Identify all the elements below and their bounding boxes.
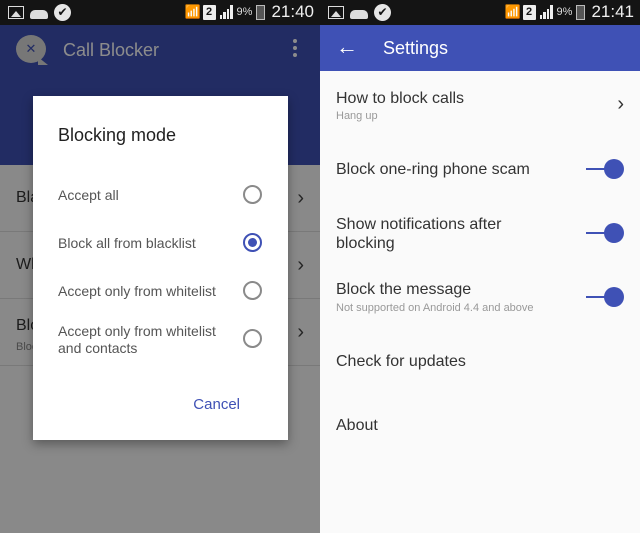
blocking-mode-dialog: Blocking mode Accept all Block all from … (33, 96, 288, 440)
toggle-switch-on[interactable] (586, 287, 624, 307)
pref-title: Check for updates (336, 353, 466, 370)
option-accept-all[interactable]: Accept all (33, 176, 288, 216)
back-arrow-icon[interactable]: ← (336, 35, 358, 59)
pref-title: Block one-ring phone scam (336, 161, 530, 178)
option-accept-only-whitelist[interactable]: Accept only from whitelist (33, 272, 288, 312)
signal-icon (539, 5, 553, 19)
signal-icon (219, 5, 233, 19)
gallery-notification-icon (328, 6, 344, 19)
cancel-button[interactable]: Cancel (193, 396, 240, 413)
toggle-switch-on[interactable] (586, 223, 624, 243)
cloud-notification-icon (350, 9, 368, 19)
pref-subtitle: Not supported on Android 4.4 and above (336, 302, 534, 314)
settings-screen: ✔ 📶 2 9% 21:41 ← Settings How to block c… (320, 0, 640, 533)
pref-show-notifications[interactable]: Show notifications after blocking (320, 199, 640, 263)
page-title: Settings (383, 38, 449, 58)
status-bar: ✔ 📶 2 9% 21:40 (0, 0, 320, 25)
radio-button[interactable] (243, 329, 262, 348)
option-label: Accept all (58, 187, 119, 203)
gallery-notification-icon (8, 6, 24, 19)
pref-subtitle: Hang up (336, 110, 378, 122)
battery-icon (576, 4, 586, 20)
option-block-all-from-blacklist[interactable]: Block all from blacklist (33, 224, 288, 264)
battery-percent: 9% (236, 6, 253, 18)
chevron-right-icon: › (617, 93, 624, 115)
radio-button[interactable] (243, 281, 262, 300)
sim-slot-icon: 2 (522, 4, 536, 20)
wifi-icon: 📶 (504, 4, 521, 19)
pref-title: Show notifications after blocking (336, 216, 502, 252)
option-label: Block all from blacklist (58, 235, 196, 251)
check-notification-icon: ✔ (374, 4, 391, 21)
pref-how-to-block-calls[interactable]: How to block calls Hang up › (320, 71, 640, 135)
pref-block-one-ring-scam[interactable]: Block one-ring phone scam (320, 135, 640, 199)
clock: 21:40 (271, 2, 314, 21)
call-blocker-main-screen: ✔ 📶 2 9% 21:40 ✕ Call Blocker Blacklist … (0, 0, 320, 533)
pref-title: Block the message (336, 281, 472, 298)
status-bar: ✔ 📶 2 9% 21:41 (320, 0, 640, 25)
pref-check-for-updates[interactable]: Check for updates (320, 327, 640, 391)
sim-slot-icon: 2 (202, 4, 216, 20)
pref-title: About (336, 417, 378, 434)
wifi-icon: 📶 (184, 4, 201, 19)
radio-button-checked[interactable] (243, 233, 262, 252)
option-label: Accept only from whitelist (58, 283, 216, 299)
radio-button[interactable] (243, 185, 262, 204)
settings-app-bar: ← Settings (320, 25, 640, 71)
option-label: Accept only from whitelist and contacts (58, 323, 216, 356)
dialog-title: Blocking mode (58, 125, 177, 145)
pref-block-message[interactable]: Block the message Not supported on Andro… (320, 263, 640, 327)
option-accept-whitelist-and-contacts[interactable]: Accept only from whitelist and contacts (33, 320, 288, 364)
clock: 21:41 (591, 2, 634, 21)
toggle-switch-on[interactable] (586, 159, 624, 179)
battery-icon (256, 4, 266, 20)
battery-percent: 9% (556, 6, 573, 18)
cloud-notification-icon (30, 9, 48, 19)
check-notification-icon: ✔ (54, 4, 71, 21)
pref-about[interactable]: About (320, 391, 640, 455)
pref-title: How to block calls (336, 90, 465, 107)
